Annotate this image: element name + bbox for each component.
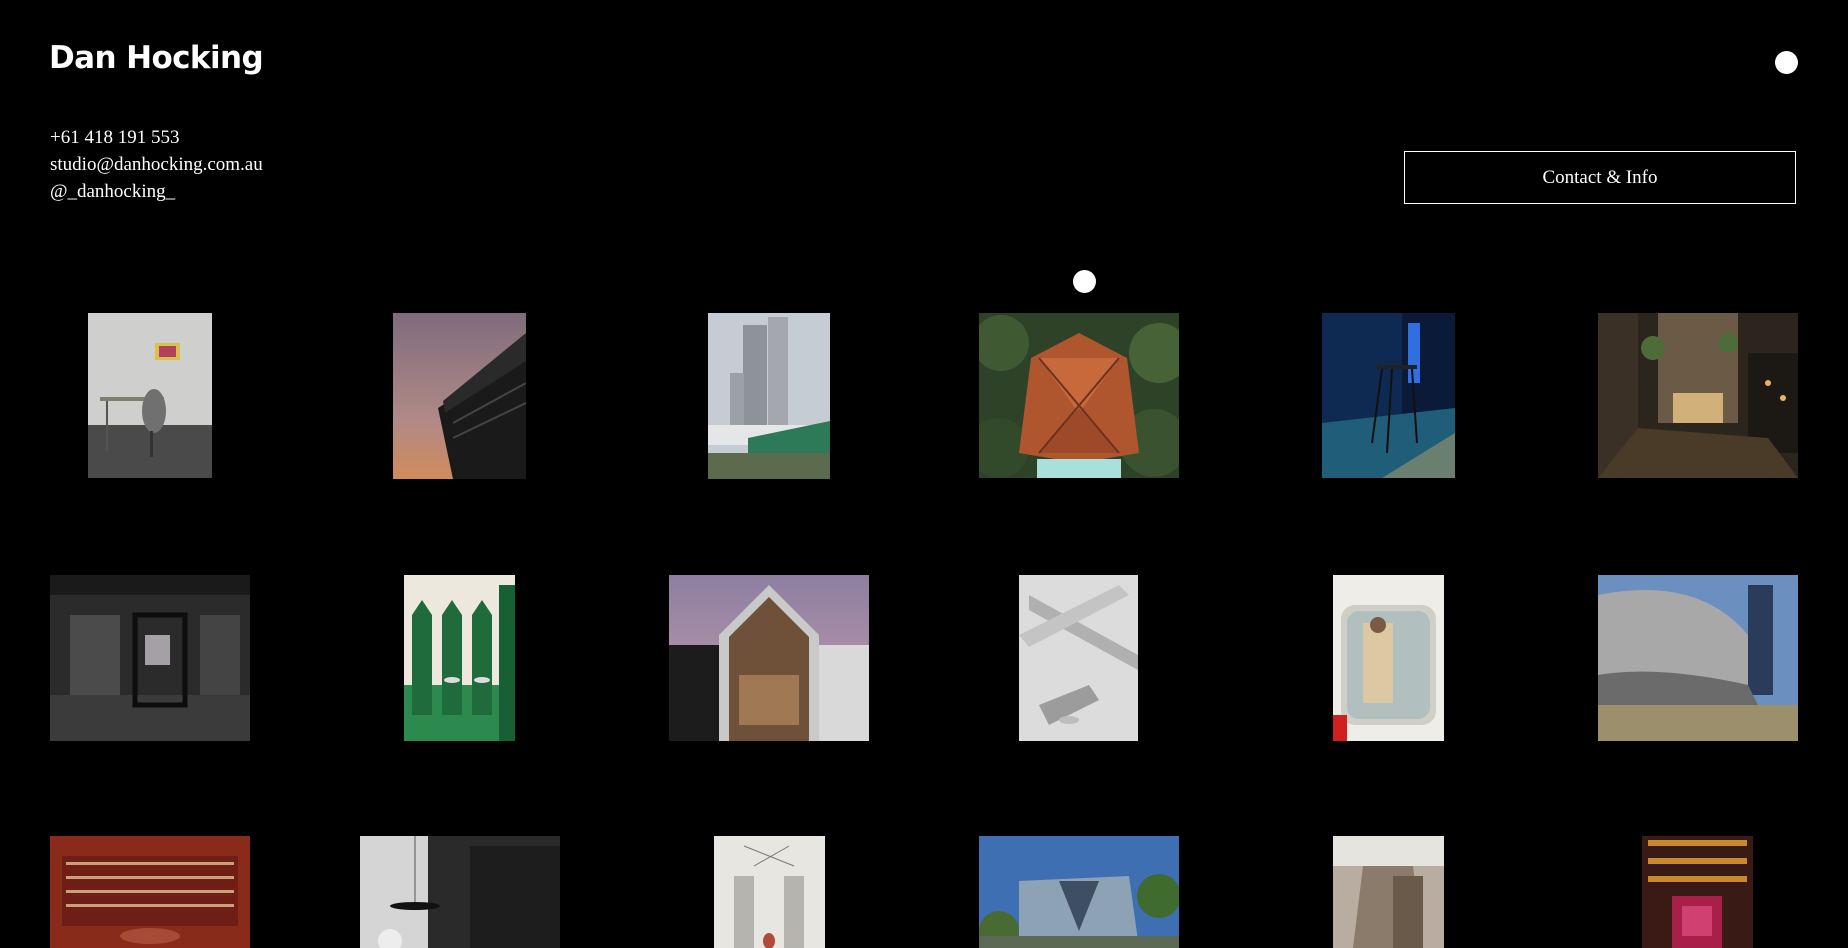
project-thumbnail[interactable] <box>88 313 212 478</box>
project-thumbnail[interactable] <box>360 836 560 948</box>
project-thumbnail[interactable] <box>404 575 515 741</box>
circle-cursor-icon <box>1073 270 1096 293</box>
project-thumbnail[interactable] <box>979 836 1179 948</box>
project-thumbnail[interactable] <box>1598 575 1798 741</box>
project-gallery <box>0 0 1848 948</box>
project-thumbnail[interactable] <box>714 836 825 948</box>
project-thumbnail[interactable] <box>1322 313 1455 478</box>
project-thumbnail[interactable] <box>50 836 250 948</box>
project-thumbnail[interactable] <box>1598 313 1798 478</box>
project-thumbnail[interactable] <box>708 313 830 479</box>
project-thumbnail[interactable] <box>1642 836 1753 948</box>
project-thumbnail[interactable] <box>669 575 869 741</box>
project-thumbnail[interactable] <box>979 313 1179 478</box>
project-thumbnail[interactable] <box>393 313 526 479</box>
project-thumbnail[interactable] <box>1333 836 1444 948</box>
project-thumbnail[interactable] <box>1333 575 1444 741</box>
project-thumbnail[interactable] <box>1019 575 1138 741</box>
project-thumbnail[interactable] <box>50 575 250 741</box>
